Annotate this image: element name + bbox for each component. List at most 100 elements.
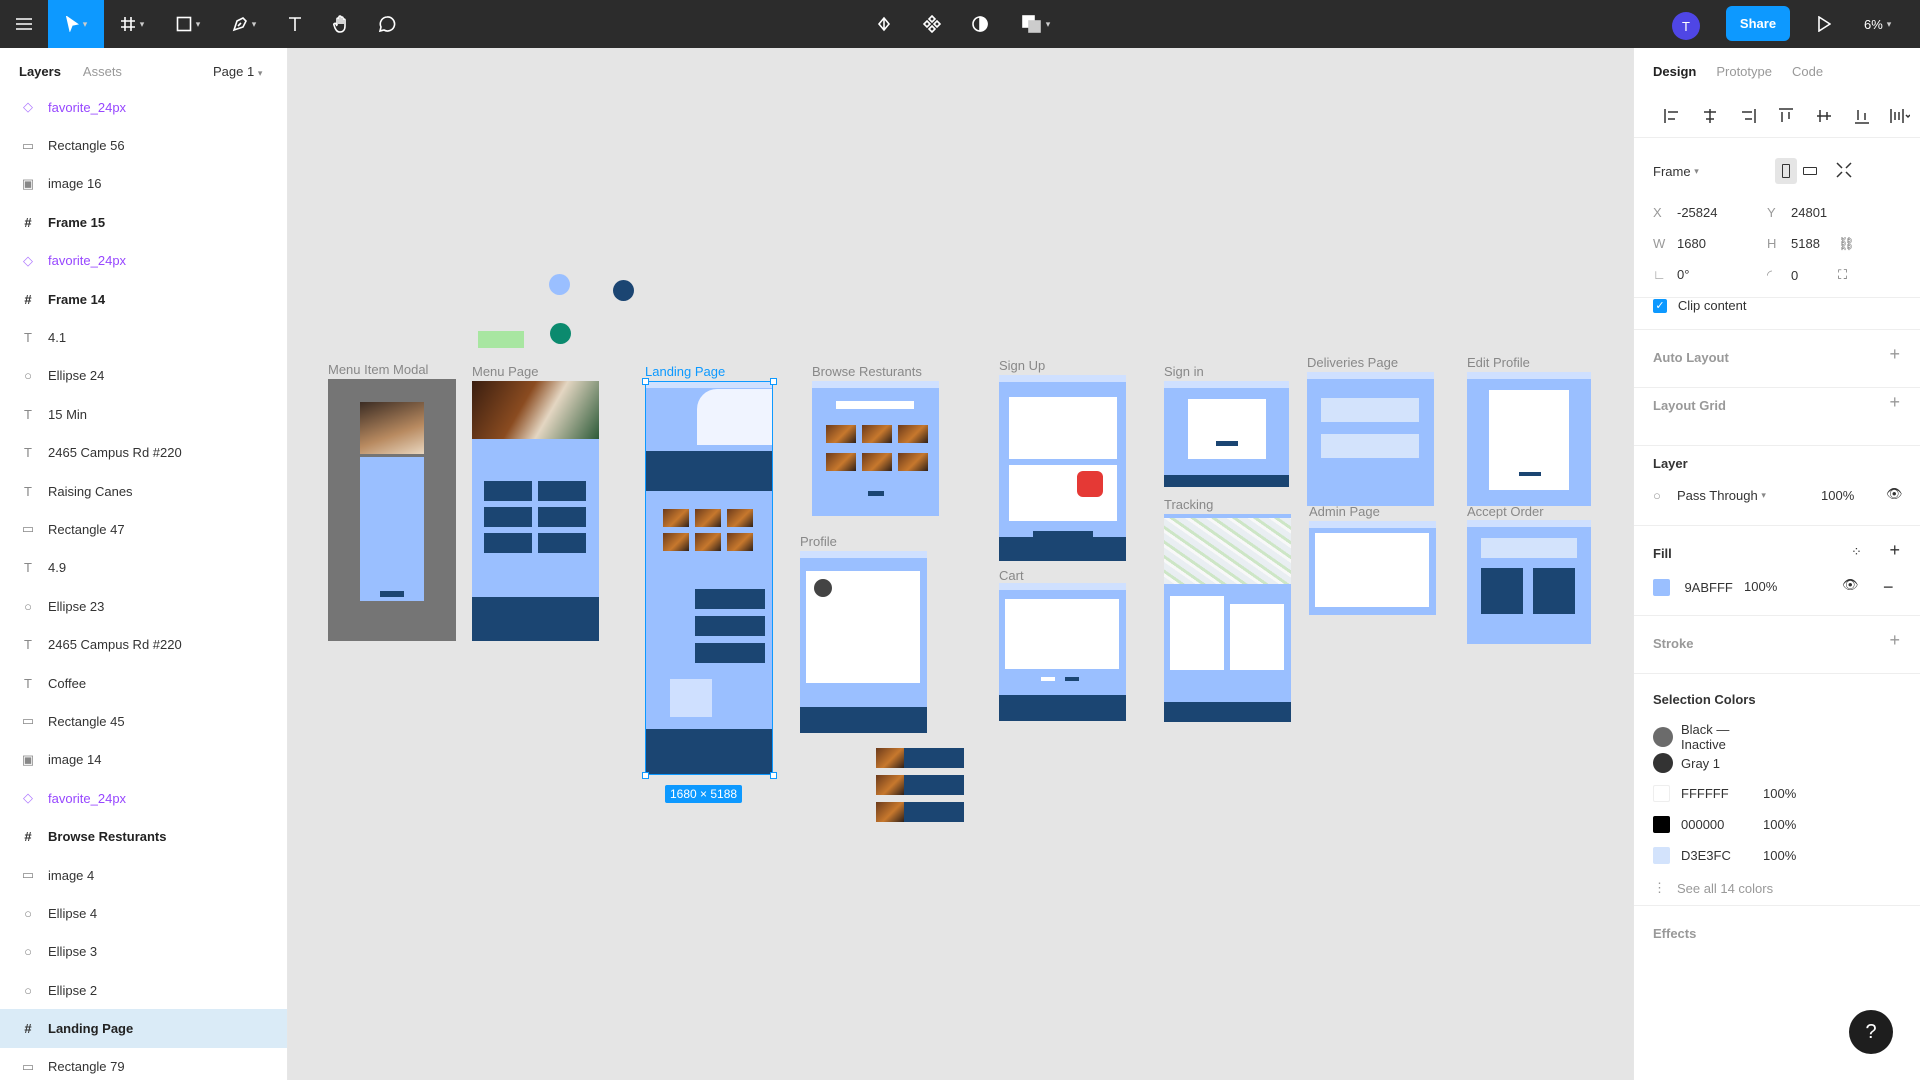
frame-tool-button[interactable]: ▾ bbox=[104, 0, 160, 48]
see-all-colors-link[interactable]: ⋮ See all 14 colors bbox=[1653, 880, 1773, 896]
resize-handle-tr[interactable] bbox=[770, 378, 777, 385]
frame-label-sign-up[interactable]: Sign Up bbox=[999, 358, 1045, 373]
frame-label-menu-page[interactable]: Menu Page bbox=[472, 364, 539, 379]
mask-icon[interactable] bbox=[968, 0, 992, 48]
layer-row[interactable]: ▭ Rectangle 79 bbox=[0, 1048, 287, 1080]
layer-row[interactable]: # Landing Page bbox=[0, 1009, 287, 1048]
frame-cart[interactable] bbox=[999, 583, 1126, 721]
frame-label-menu-item-modal[interactable]: Menu Item Modal bbox=[328, 362, 428, 377]
frame-label-deliveries[interactable]: Deliveries Page bbox=[1307, 355, 1398, 370]
layer-row[interactable]: T 4.9 bbox=[0, 549, 287, 587]
align-left-icon[interactable] bbox=[1653, 108, 1691, 124]
frame-sign-in[interactable] bbox=[1164, 381, 1289, 487]
layer-row[interactable]: ▭ Rectangle 56 bbox=[0, 126, 287, 164]
main-menu-icon[interactable] bbox=[0, 0, 48, 48]
hand-tool-button[interactable] bbox=[318, 0, 364, 48]
align-vertical-center-icon[interactable] bbox=[1805, 108, 1843, 124]
frame-accept-order[interactable] bbox=[1467, 520, 1591, 644]
layer-row[interactable]: ◇ favorite_24px bbox=[0, 88, 287, 126]
frame-label-profile[interactable]: Profile bbox=[800, 534, 837, 549]
tab-code[interactable]: Code bbox=[1792, 64, 1823, 79]
layer-row[interactable]: # Browse Resturants bbox=[0, 817, 287, 855]
frame-label-accept-order[interactable]: Accept Order bbox=[1467, 504, 1544, 519]
layer-row[interactable]: ○ Ellipse 3 bbox=[0, 933, 287, 971]
frame-label-tracking[interactable]: Tracking bbox=[1164, 497, 1213, 512]
add-fill-icon[interactable]: + bbox=[1889, 540, 1900, 561]
frame-label-cart[interactable]: Cart bbox=[999, 568, 1024, 583]
layer-row[interactable]: T 2465 Campus Rd #220 bbox=[0, 625, 287, 663]
color-swatch[interactable] bbox=[1653, 727, 1673, 747]
layer-row[interactable]: ◇ favorite_24px bbox=[0, 779, 287, 817]
layer-row[interactable]: ○ Ellipse 24 bbox=[0, 357, 287, 395]
zoom-dropdown[interactable]: 6% ▾ bbox=[1864, 0, 1891, 48]
align-horizontal-center-icon[interactable] bbox=[1691, 108, 1729, 124]
layer-row[interactable]: ▣ image 14 bbox=[0, 741, 287, 779]
layer-row[interactable]: ○ Ellipse 23 bbox=[0, 587, 287, 625]
layer-row[interactable]: T Raising Canes bbox=[0, 472, 287, 510]
selection-color-row[interactable]: Gray 1 bbox=[1653, 753, 1763, 774]
constrain-proportions-icon[interactable]: ⛓ bbox=[1838, 236, 1855, 252]
boolean-ops-icon[interactable]: ▾ bbox=[1016, 0, 1056, 48]
layer-row[interactable]: ○ Ellipse 4 bbox=[0, 894, 287, 932]
frame-admin-page[interactable] bbox=[1309, 521, 1436, 615]
portrait-orientation-icon[interactable] bbox=[1775, 158, 1797, 184]
frame-label-landing-page[interactable]: Landing Page bbox=[645, 364, 725, 379]
add-layout-grid-icon[interactable]: + bbox=[1889, 392, 1900, 413]
fill-row[interactable]: 9ABFFF bbox=[1653, 579, 1733, 596]
color-swatch[interactable] bbox=[1653, 815, 1670, 833]
layer-opacity[interactable]: 100% bbox=[1821, 488, 1854, 503]
style-grid-icon[interactable]: ⁘ bbox=[1851, 544, 1862, 560]
selection-color-row[interactable]: Black — Inactive bbox=[1653, 722, 1763, 752]
align-right-icon[interactable] bbox=[1729, 108, 1767, 124]
layer-row[interactable]: ▭ image 4 bbox=[0, 856, 287, 894]
ellipse-light-blue[interactable] bbox=[549, 274, 570, 295]
visibility-eye-icon[interactable]: 👁 bbox=[1886, 486, 1903, 502]
restaurant-card-3[interactable] bbox=[876, 802, 964, 822]
tab-layers[interactable]: Layers bbox=[19, 64, 61, 79]
tab-assets[interactable]: Assets bbox=[83, 64, 122, 79]
fill-swatch[interactable] bbox=[1653, 579, 1670, 596]
fill-visibility-eye-icon[interactable]: 👁 bbox=[1842, 577, 1859, 593]
layer-row[interactable]: ▣ image 16 bbox=[0, 165, 287, 203]
present-play-icon[interactable] bbox=[1812, 0, 1836, 48]
remove-fill-icon[interactable]: − bbox=[1883, 577, 1894, 598]
frame-label-edit-profile[interactable]: Edit Profile bbox=[1467, 355, 1530, 370]
add-auto-layout-icon[interactable]: + bbox=[1889, 344, 1900, 365]
align-bottom-icon[interactable] bbox=[1843, 108, 1881, 124]
x-field[interactable]: X -25824 bbox=[1653, 205, 1717, 220]
shape-tool-button[interactable]: ▾ bbox=[160, 0, 216, 48]
ellipse-navy[interactable] bbox=[613, 280, 634, 301]
selection-color-row[interactable]: 000000 100% bbox=[1653, 815, 1796, 833]
frame-label-sign-in[interactable]: Sign in bbox=[1164, 364, 1204, 379]
canvas[interactable]: Menu Item Modal Menu Page Landing Page 1… bbox=[288, 48, 1633, 1080]
prototype-link-icon[interactable] bbox=[872, 0, 896, 48]
frame-tracking[interactable] bbox=[1164, 514, 1291, 722]
layer-row[interactable]: # Frame 15 bbox=[0, 203, 287, 241]
independent-corners-icon[interactable]: ⛶ bbox=[1838, 267, 1847, 283]
align-top-icon[interactable] bbox=[1767, 107, 1805, 124]
frame-label-browse[interactable]: Browse Resturants bbox=[812, 364, 922, 379]
color-swatch[interactable] bbox=[1653, 847, 1670, 865]
distribute-icon[interactable] bbox=[1881, 108, 1919, 124]
component-icon[interactable] bbox=[920, 0, 944, 48]
comment-tool-button[interactable] bbox=[364, 0, 410, 48]
help-button[interactable]: ? bbox=[1849, 1010, 1893, 1054]
layer-row[interactable]: T Coffee bbox=[0, 664, 287, 702]
restaurant-card-1[interactable] bbox=[876, 748, 964, 768]
page-selector[interactable]: Page 1 ▾ bbox=[213, 64, 262, 79]
pen-tool-button[interactable]: ▾ bbox=[216, 0, 272, 48]
frame-edit-profile[interactable] bbox=[1467, 372, 1591, 506]
frame-menu-item-modal[interactable] bbox=[328, 379, 456, 641]
restaurant-card-2[interactable] bbox=[876, 775, 964, 795]
add-stroke-icon[interactable]: + bbox=[1889, 630, 1900, 651]
frame-menu-page[interactable] bbox=[472, 381, 599, 641]
rotation-field[interactable]: ∟ 0° bbox=[1653, 267, 1689, 282]
landscape-orientation-icon[interactable] bbox=[1799, 158, 1821, 184]
blend-mode-dropdown[interactable]: ○ Pass Through ▾ bbox=[1653, 488, 1766, 503]
resize-handle-br[interactable] bbox=[770, 772, 777, 779]
layer-row[interactable]: T 4.1 bbox=[0, 318, 287, 356]
selection-color-row[interactable]: D3E3FC 100% bbox=[1653, 847, 1796, 865]
layer-row[interactable]: ◇ favorite_24px bbox=[0, 242, 287, 280]
layer-row[interactable]: # Frame 14 bbox=[0, 280, 287, 318]
frame-label-admin[interactable]: Admin Page bbox=[1309, 504, 1380, 519]
